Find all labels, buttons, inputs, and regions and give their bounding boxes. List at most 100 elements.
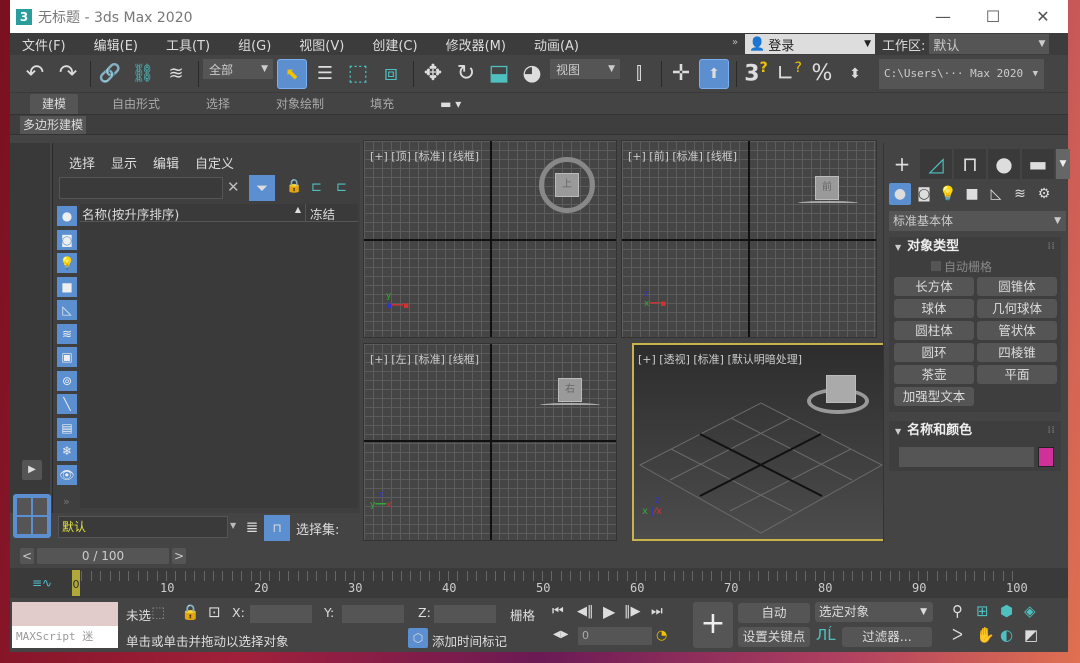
current-frame-marker[interactable]: 0 — [72, 570, 80, 596]
next-frame-playback-button[interactable]: ‖▶ — [624, 604, 641, 619]
helpers-icon[interactable]: ◺ — [985, 183, 1007, 205]
viewcube[interactable] — [826, 375, 856, 403]
close-button[interactable]: ✕ — [1018, 0, 1068, 33]
zoom-icon[interactable]: ⚲ — [952, 602, 963, 620]
angle-snap-button[interactable]: ∟? — [774, 59, 804, 89]
menu-modifiers[interactable]: 修改器(M) — [434, 35, 518, 54]
scene-menu-select[interactable]: 选择 — [69, 153, 95, 172]
menu-edit[interactable]: 编辑(E) — [82, 35, 150, 54]
rollout-header[interactable]: ▼ 名称和颜色 ⁞⁞ — [889, 421, 1061, 441]
scale-button[interactable]: ⬓ — [484, 59, 514, 89]
menu-create[interactable]: 创建(C) — [360, 35, 429, 54]
select-object-button[interactable]: ⬉ — [277, 58, 307, 89]
pan-hand-icon[interactable]: ✋ — [976, 626, 995, 644]
isolate-selection-icon[interactable]: ⬚ — [151, 603, 165, 621]
lights-icon[interactable]: 💡 — [937, 183, 959, 205]
spacewarps-filter-icon[interactable]: ≋ — [57, 323, 77, 344]
redo-button[interactable]: ↷ — [53, 59, 83, 89]
scene-search-input[interactable] — [59, 177, 223, 199]
display-tab[interactable]: ▬ — [1022, 149, 1054, 179]
orbit-icon[interactable]: ◐ — [1000, 626, 1013, 644]
create-cone-button[interactable]: 圆锥体 — [977, 277, 1057, 296]
time-config-icon[interactable]: ◔ — [656, 628, 667, 643]
hierarchy-view-button[interactable]: ⊓ — [264, 515, 290, 541]
hierarchy-expand-icon[interactable]: ⊏ — [336, 180, 347, 195]
unlink-button[interactable]: ⛓ — [128, 59, 158, 89]
viewport-label[interactable]: [+] [左] [标准] [线框] — [370, 351, 479, 367]
shapes-filter-icon[interactable]: ◙ — [57, 229, 77, 250]
maximize-viewport-icon[interactable]: ◩ — [1024, 626, 1038, 644]
zoom-all-icon[interactable]: ⊞ — [976, 602, 989, 620]
login-dropdown[interactable]: 👤 登录 ▼ — [745, 34, 875, 54]
track-bar[interactable]: ≡∿ 0 10 20 30 40 50 60 70 80 90 100 — [10, 568, 1068, 598]
maxscript-listener-output[interactable] — [12, 602, 118, 626]
prev-frame-button[interactable]: < — [20, 548, 34, 564]
shapes-icon[interactable]: ◙ — [913, 183, 935, 205]
select-manipulate-button[interactable]: ✛ — [666, 59, 696, 89]
layers-icon[interactable]: ≣ — [242, 518, 262, 538]
hierarchy-icon[interactable]: ⊏ — [311, 180, 322, 195]
minimize-button[interactable]: — — [918, 0, 968, 33]
rollout-header[interactable]: ▼ 对象类型 ⁞⁞ — [889, 237, 1061, 257]
menu-group[interactable]: 组(G) — [226, 35, 283, 54]
create-geosphere-button[interactable]: 几何球体 — [977, 299, 1057, 318]
chevron-down-icon[interactable]: ▼ — [230, 521, 236, 530]
scene-menu-display[interactable]: 显示 — [111, 153, 137, 172]
next-frame-button[interactable]: > — [172, 548, 186, 564]
selection-lock-icon[interactable]: 🔒 — [181, 603, 200, 621]
expand-button[interactable]: ▶ — [22, 460, 42, 480]
viewport-perspective[interactable]: [+] [透视] [标准] [默认明暗处理] zx |⁄x — [632, 343, 886, 541]
scene-object-list[interactable] — [80, 222, 358, 508]
expand-chevron-icon[interactable]: » — [63, 495, 70, 508]
maximize-button[interactable]: ☐ — [968, 0, 1018, 33]
tab-selection[interactable]: 选择 — [194, 94, 242, 114]
bind-spacewarp-button[interactable]: ≋ — [161, 59, 191, 89]
key-target-dropdown[interactable]: 选定对象 ▼ — [815, 602, 933, 622]
create-pyramid-button[interactable]: 四棱锥 — [977, 343, 1057, 362]
zoom-extents-all-icon[interactable]: ◈ — [1024, 602, 1036, 620]
pivot-center-button[interactable]: ⫿ — [624, 59, 654, 89]
placement-button[interactable]: ◕ — [517, 59, 547, 89]
bones-filter-icon[interactable]: ╲ — [57, 394, 77, 414]
rect-selection-button[interactable]: ⬚ — [343, 59, 373, 89]
key-filters-button[interactable]: 过滤器... — [842, 627, 932, 647]
viewport-top[interactable]: [+] [顶] [标准] [线框] 上 y ▪━━▪ — [363, 140, 617, 338]
geometry-filter-icon[interactable]: ● — [57, 206, 77, 226]
helpers-filter-icon[interactable]: ◺ — [57, 300, 77, 320]
groups-filter-icon[interactable]: ▣ — [57, 347, 77, 367]
clear-search-icon[interactable]: ✕ — [227, 178, 240, 196]
freeze-column-header[interactable]: 冻结 — [306, 204, 358, 222]
absolute-mode-icon[interactable]: ⊡ — [208, 603, 221, 621]
ribbon-options-button[interactable]: ▬ ▾ — [428, 94, 473, 114]
lock-icon[interactable]: 🔒 — [286, 179, 302, 194]
tab-object-paint[interactable]: 对象绘制 — [264, 94, 336, 114]
modify-tab[interactable]: ◿ — [920, 149, 952, 179]
percent-snap-button[interactable]: % — [807, 59, 837, 89]
geometry-icon[interactable]: ● — [889, 183, 911, 205]
create-plane-button[interactable]: 平面 — [977, 365, 1057, 384]
viewport-label[interactable]: [+] [前] [标准] [线框] — [628, 148, 737, 164]
key-mode-toggle[interactable]: ◀▶ — [553, 629, 568, 640]
keyboard-shortcut-override-button[interactable]: ⬆ — [699, 58, 729, 89]
create-torus-button[interactable]: 圆环 — [894, 343, 974, 362]
menu-animation[interactable]: 动画(A) — [522, 35, 591, 54]
maxscript-mini-listener[interactable]: MAXScript 迷 — [12, 626, 118, 648]
panel-dropdown-button[interactable]: ▼ — [1056, 149, 1070, 179]
create-sphere-button[interactable]: 球体 — [894, 299, 974, 318]
time-slider[interactable]: 0 / 100 — [37, 548, 169, 564]
cameras-icon[interactable]: ■ — [961, 183, 983, 205]
create-tube-button[interactable]: 管状体 — [977, 321, 1057, 340]
selection-filter-dropdown[interactable]: 全部 ▼ — [203, 59, 273, 79]
viewport-front[interactable]: [+] [前] [标准] [线框] 前 z x━━▪ — [621, 140, 877, 338]
set-key-big-button[interactable]: + — [693, 602, 733, 648]
hierarchy-tab[interactable]: ⊓ — [954, 149, 986, 179]
category-dropdown[interactable]: 标准基本体 ▼ — [889, 211, 1066, 231]
tab-freeform[interactable]: 自由形式 — [100, 94, 172, 114]
scene-menu-customize[interactable]: 自定义 — [195, 153, 234, 172]
viewport-label[interactable]: [+] [顶] [标准] [线框] — [370, 148, 479, 164]
menu-tools[interactable]: 工具(T) — [154, 35, 222, 54]
viewcube[interactable]: 右 — [558, 378, 582, 402]
menu-file[interactable]: 文件(F) — [10, 35, 78, 54]
filter-toggle-button[interactable]: ⏷ — [249, 175, 275, 201]
spinner-snap-button[interactable]: ⬍ — [840, 59, 870, 89]
